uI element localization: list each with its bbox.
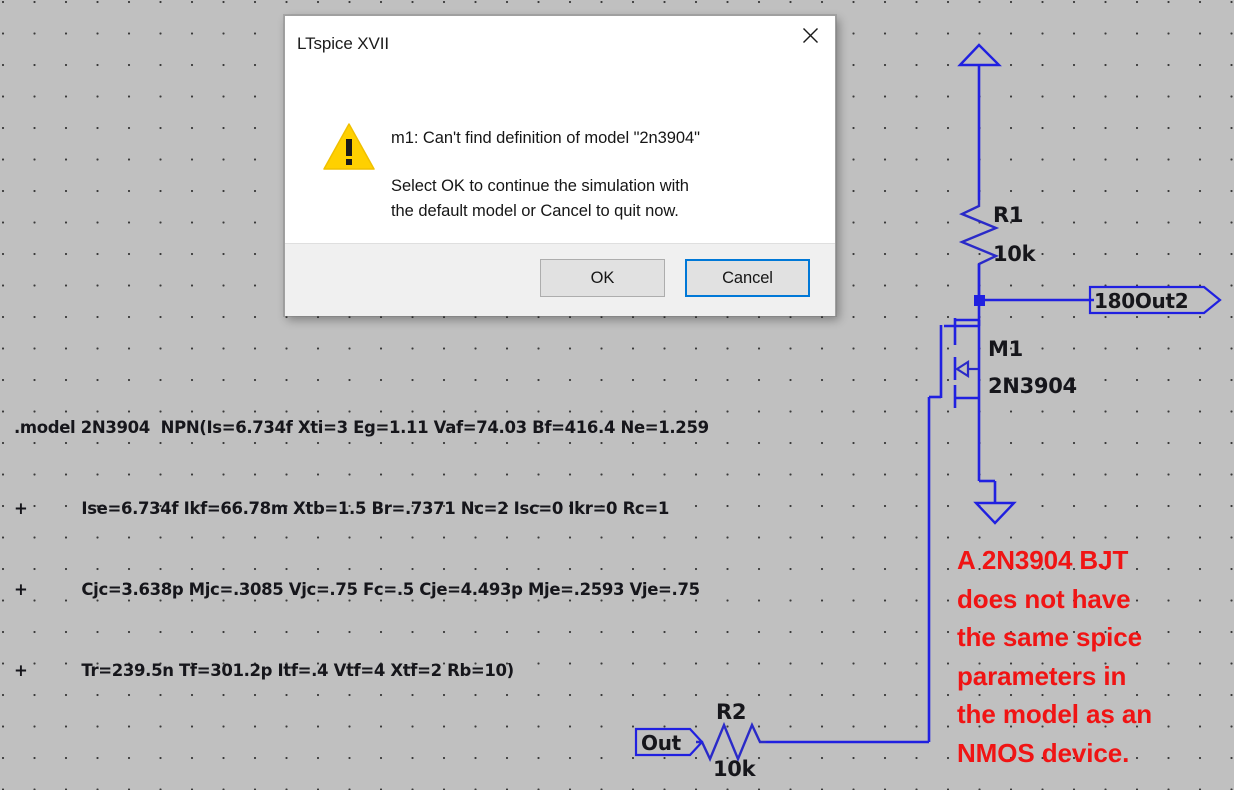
red-annotation-note[interactable]: A 2N3904 BJT does not have the same spic… bbox=[957, 541, 1219, 772]
resistor-r2-value[interactable]: 10k bbox=[713, 757, 756, 781]
resistor-r1-value[interactable]: 10k bbox=[993, 242, 1036, 266]
drain-net-wire[interactable] bbox=[944, 264, 1094, 328]
dialog-message-main: m1: Can't find definition of model "2n39… bbox=[391, 129, 700, 147]
dialog-title-bar: LTspice XVII bbox=[285, 16, 835, 74]
spice-line-4: + Tr=239.5n Tf=301.2p Itf=.4 Vtf=4 Xtf=2… bbox=[14, 661, 514, 680]
gate-feedback-wire[interactable] bbox=[766, 395, 941, 744]
spice-line-2: + Ise=6.734f Ikf=66.78m Xtb=1.5 Br=.7371… bbox=[14, 499, 669, 518]
dialog-title: LTspice XVII bbox=[297, 34, 390, 53]
ltspice-schematic-window: R1 10k M1 2N3904 R2 10k 180Out2 Out .mod… bbox=[0, 0, 1234, 790]
dialog-message-sub: Select OK to continue the simulation wit… bbox=[391, 177, 689, 220]
resistor-r1-designator[interactable]: R1 bbox=[993, 203, 1023, 227]
nmos-m1-value[interactable]: 2N3904 bbox=[988, 374, 1077, 398]
spice-line-1: .model 2N3904 NPN(Is=6.734f Xti=3 Eg=1.1… bbox=[14, 418, 709, 437]
dialog-body: m1: Can't find definition of model "2n39… bbox=[285, 74, 835, 243]
cancel-button[interactable]: Cancel bbox=[685, 259, 810, 297]
close-icon[interactable] bbox=[785, 16, 835, 54]
ok-button[interactable]: OK bbox=[540, 259, 665, 297]
warning-triangle-icon bbox=[323, 123, 375, 170]
dialog-button-bar: OK Cancel bbox=[285, 243, 835, 316]
net-label-180out2-text[interactable]: 180Out2 bbox=[1094, 289, 1189, 313]
nmos-m1-designator[interactable]: M1 bbox=[988, 337, 1023, 361]
vdd-arrow-symbol[interactable] bbox=[957, 43, 1002, 200]
nmos-m1-symbol[interactable] bbox=[939, 318, 997, 503]
ground-symbol[interactable] bbox=[973, 501, 1017, 525]
ltspice-error-dialog: LTspice XVII m1: Can't find definition o… bbox=[284, 15, 836, 316]
resistor-r2-designator[interactable]: R2 bbox=[716, 700, 746, 724]
junction-dot bbox=[974, 295, 985, 306]
spice-model-directive[interactable]: .model 2N3904 NPN(Is=6.734f Xti=3 Eg=1.1… bbox=[14, 360, 709, 738]
spice-line-3: + Cjc=3.638p Mjc=.3085 Vjc=.75 Fc=.5 Cje… bbox=[14, 580, 700, 599]
